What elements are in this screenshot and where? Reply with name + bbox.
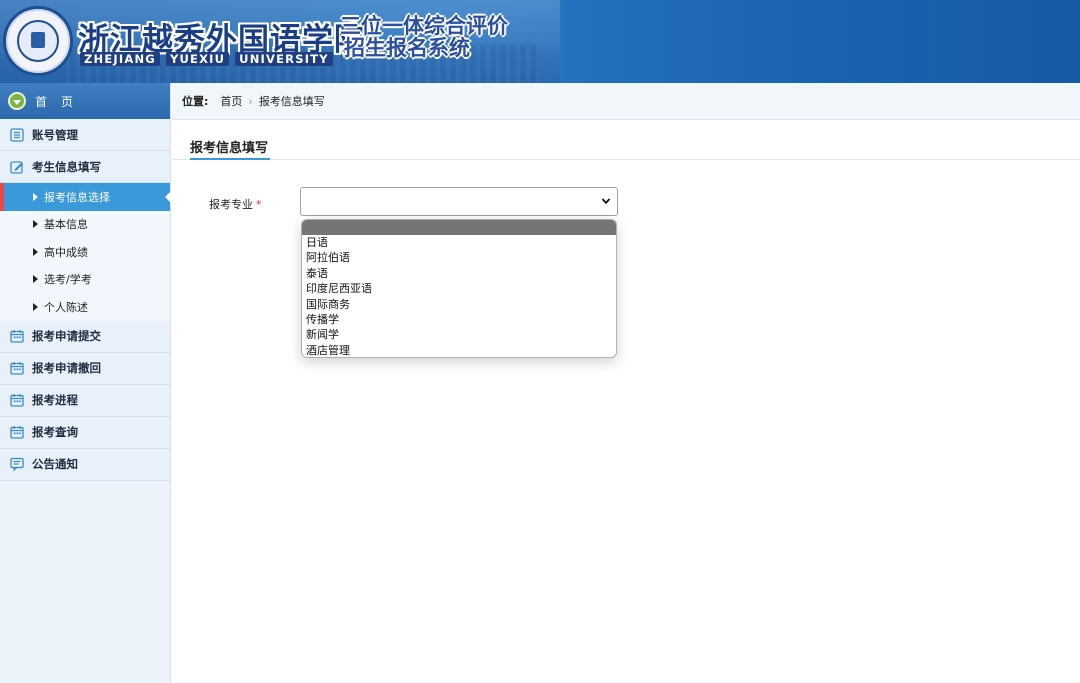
sidebar-subitem-highschool-scores[interactable]: 高中成绩 [0,238,170,266]
sidebar-subitem-personal-statement[interactable]: 个人陈述 [0,293,170,321]
chevron-down-icon [601,198,611,205]
sidebar-item-progress[interactable]: 报考进程 [0,384,170,417]
sidebar-home-label: 首页 [35,94,88,109]
breadcrumb-home-link[interactable]: 首页 [220,93,242,109]
sidebar-item-candidate-info[interactable]: 考生信息填写 [0,151,170,183]
sidebar-item-label: 公告通知 [32,457,78,471]
calendar-icon [10,329,24,343]
sidebar-item-label: 账号管理 [32,127,78,142]
major-field-label: 报考专业 * [209,198,262,211]
list-icon [10,127,24,142]
sidebar-item-account[interactable]: 账号管理 [0,119,170,151]
dropdown-option[interactable]: 传播学 [302,312,616,327]
dropdown-option[interactable]: 印度尼西亚语 [302,281,616,296]
calendar-icon [10,393,24,407]
breadcrumb-prefix: 位置: [182,95,209,108]
sidebar-item-label: 报考进程 [32,393,78,407]
major-dropdown-list: 日语 阿拉伯语 泰语 印度尼西亚语 国际商务 传播学 新闻学 酒店管理 [301,219,617,358]
sidebar-item-query[interactable]: 报考查询 [0,416,170,449]
sidebar-item-withdraw-application[interactable]: 报考申请撤回 [0,352,170,385]
university-logo [3,6,73,76]
page-title: 报考信息填写 [190,141,269,156]
system-title: 三位一体综合评价 招生报名系统 [340,14,508,60]
sidebar-item-label: 考生信息填写 [32,159,101,174]
dropdown-option-empty-highlighted[interactable] [302,220,616,235]
breadcrumb: 位置: 首页 › 报考信息填写 [172,83,1080,120]
required-mark: * [256,198,262,211]
section-title-underline [190,158,270,160]
major-select[interactable] [300,187,618,216]
sidebar-home[interactable]: 首页 [0,83,170,119]
sidebar-item-label: 报考申请提交 [32,329,101,343]
sidebar-subitem-exams[interactable]: 选考/学考 [0,265,170,293]
dropdown-option[interactable]: 国际商务 [302,297,616,312]
section-divider [172,159,1080,160]
calendar-icon [10,361,24,375]
dropdown-option[interactable]: 日语 [302,235,616,250]
sidebar-subitem-apply-info[interactable]: 报考信息选择 [0,183,171,211]
calendar-icon [10,425,24,439]
sidebar-item-label: 报考查询 [32,425,78,439]
dropdown-option[interactable]: 阿拉伯语 [302,250,616,265]
sidebar-subitem-basic-info[interactable]: 基本信息 [0,210,170,238]
chevron-down-circle-icon [8,92,26,110]
breadcrumb-separator-icon: › [248,94,253,108]
sidebar-item-announcements[interactable]: 公告通知 [0,448,170,481]
edit-icon [10,160,24,174]
sidebar-item-submit-application[interactable]: 报考申请提交 [0,320,170,353]
sidebar: 首页 账号管理 考生信息填写 报考信息选择 基本信息 高中成绩 选考/学考 个人… [0,83,171,683]
message-icon [10,457,24,471]
dropdown-option[interactable]: 酒店管理 [302,343,616,357]
dropdown-option[interactable]: 新闻学 [302,327,616,342]
dropdown-option[interactable]: 泰语 [302,266,616,281]
breadcrumb-current: 报考信息填写 [258,95,325,108]
sidebar-item-label: 报考申请撤回 [32,361,101,375]
header-banner: 浙江越秀外国语学院 ZHEJIANG YUEXIU UNIVERSITY 三位一体综… [0,0,1080,83]
school-name-en: ZHEJIANG YUEXIU UNIVERSITY [80,52,339,66]
